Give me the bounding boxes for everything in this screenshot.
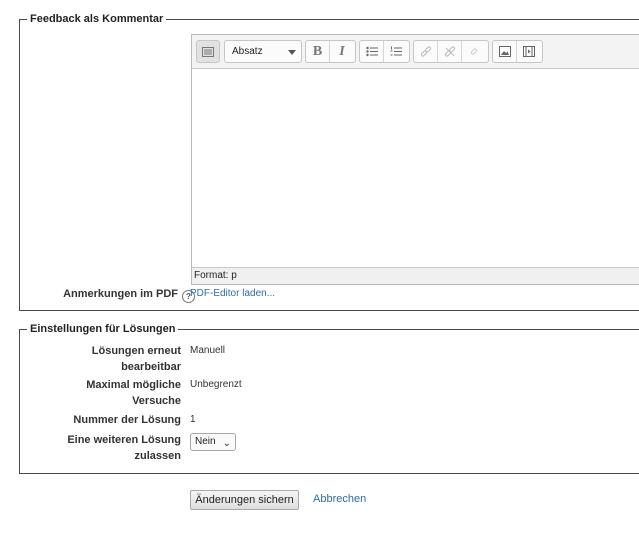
- link-group: [413, 40, 489, 63]
- label-solution-number: Nummer der Lösung: [73, 414, 181, 426]
- editor-statusbar: Format: p: [192, 267, 639, 284]
- allow-another-select[interactable]: Nein ⌄: [190, 433, 236, 451]
- solutions-fieldset: Einstellungen für Lösungen Lösungen erne…: [19, 322, 639, 474]
- bullet-list-icon[interactable]: [360, 41, 384, 62]
- numbered-list-icon[interactable]: [384, 41, 408, 62]
- toolbar-toggle-group: [196, 40, 220, 63]
- label-solutions-editable: Lösungen erneut bearbeitbar: [91, 345, 181, 373]
- feedback-legend: Feedback als Kommentar: [27, 12, 167, 26]
- value-solutions-editable: Manuell: [190, 345, 226, 356]
- editor-content-area[interactable]: [192, 69, 639, 266]
- link-icon[interactable]: [414, 41, 438, 62]
- pdf-annotations-label: Anmerkungen im PDF?: [20, 286, 195, 303]
- save-button[interactable]: Änderungen sichern: [190, 490, 299, 510]
- label-max-attempts: Maximal mögliche Versuche: [86, 379, 181, 407]
- chevron-down-icon: ⌄: [222, 438, 231, 449]
- format-select-value: Absatz: [232, 46, 263, 57]
- toolbar-toggle-icon[interactable]: [197, 41, 219, 62]
- format-select[interactable]: Absatz: [224, 40, 302, 63]
- label-allow-another: Eine weiteren Lösung zulassen: [67, 434, 181, 462]
- solutions-legend: Einstellungen für Lösungen: [27, 322, 179, 336]
- feedback-fieldset: Feedback als Kommentar Absatz B I Format…: [19, 12, 639, 311]
- media-icon[interactable]: [517, 41, 541, 62]
- rich-text-editor: Absatz B I Format: p: [191, 34, 639, 285]
- text-style-group: B I: [305, 40, 356, 63]
- pdf-editor-link[interactable]: PDF-Editor laden...: [190, 286, 275, 302]
- media-group: [492, 40, 543, 63]
- cancel-link[interactable]: Abbrechen: [313, 493, 366, 505]
- chevron-down-icon: [288, 50, 296, 55]
- italic-button[interactable]: I: [330, 41, 354, 62]
- list-group: [359, 40, 410, 63]
- unlink-icon[interactable]: [438, 41, 462, 62]
- anchor-icon[interactable]: [462, 41, 486, 62]
- value-solution-number: 1: [190, 414, 196, 425]
- editor-toolbar: Absatz B I: [192, 35, 639, 69]
- image-icon[interactable]: [493, 41, 517, 62]
- value-max-attempts: Unbegrenzt: [190, 379, 242, 390]
- bold-button[interactable]: B: [306, 41, 330, 62]
